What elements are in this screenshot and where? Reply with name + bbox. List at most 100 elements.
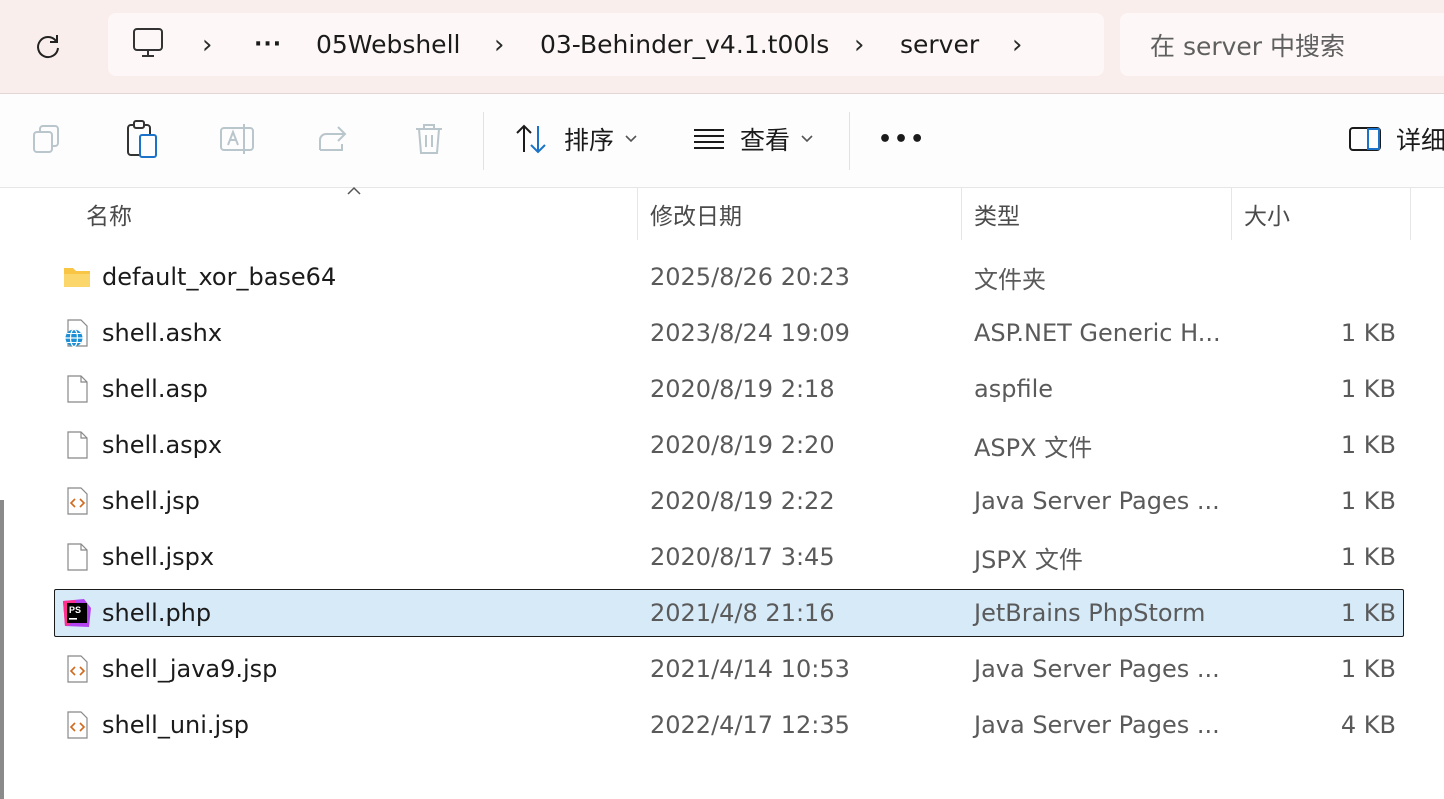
trash-icon	[416, 124, 442, 154]
sort-button[interactable]: 排序	[514, 116, 638, 162]
search-placeholder: 在 server 中搜索	[1150, 31, 1346, 61]
file-type: 文件夹	[974, 265, 1046, 294]
file-type: JSPX 文件	[974, 545, 1083, 574]
breadcrumb-item-server[interactable]: server	[900, 13, 979, 76]
column-divider[interactable]	[637, 188, 638, 240]
file-date: 2025/8/26 20:23	[650, 263, 850, 291]
column-header-size[interactable]: 大小	[1244, 188, 1290, 240]
file-date: 2021/4/8 21:16	[650, 599, 835, 627]
code-file-icon	[67, 487, 88, 515]
nav-pane-scrollbar[interactable]	[0, 500, 4, 799]
file-size: 1 KB	[1340, 543, 1396, 571]
column-header-date[interactable]: 修改日期	[650, 188, 742, 240]
code-file-icon	[67, 655, 88, 683]
file-size: 1 KB	[1340, 487, 1396, 515]
this-pc-button[interactable]	[132, 26, 166, 66]
sort-icon	[516, 124, 546, 154]
file-row[interactable]: shell.aspx 2020/8/19 2:20 ASPX 文件 1 KB	[54, 421, 1404, 469]
sort-label: 排序	[564, 126, 615, 155]
file-name: shell.jsp	[102, 487, 200, 515]
file-name: shell_java9.jsp	[102, 655, 278, 683]
file-date: 2023/8/24 19:09	[650, 319, 850, 347]
file-row[interactable]: shell.ashx 2023/8/24 19:09 ASP.NET Gener…	[54, 309, 1404, 357]
more-dots-icon: •••	[878, 126, 927, 152]
blank-file-icon	[67, 375, 88, 403]
copy-button[interactable]	[30, 116, 64, 162]
file-row[interactable]: shell.jsp 2020/8/19 2:22 Java Server Pag…	[54, 477, 1404, 525]
details-label: 详细	[1396, 126, 1444, 155]
file-size: 4 KB	[1340, 711, 1396, 739]
view-lines-icon	[694, 129, 724, 149]
refresh-button[interactable]	[24, 24, 72, 68]
file-date: 2022/4/17 12:35	[650, 711, 850, 739]
column-divider[interactable]	[1231, 188, 1232, 240]
breadcrumb-chevron-icon[interactable]: ›	[494, 13, 504, 76]
share-icon	[319, 126, 347, 151]
address-bar-region: › ··· 05Webshell › 03-Behinder_v4.1.t00l…	[0, 0, 1444, 94]
file-date: 2020/8/19 2:22	[650, 487, 835, 515]
command-bar: 排序 查看 ••• 详细	[0, 94, 1444, 188]
chevron-down-icon	[801, 135, 813, 143]
column-header-type[interactable]: 类型	[974, 188, 1020, 240]
file-name: shell.aspx	[102, 431, 223, 459]
breadcrumb-chevron-icon[interactable]: ›	[1012, 13, 1022, 76]
file-name: shell_uni.jsp	[102, 711, 249, 739]
clipboard-icon	[127, 120, 157, 158]
file-size: 1 KB	[1340, 599, 1396, 627]
file-size: 1 KB	[1340, 431, 1396, 459]
file-name: shell.php	[102, 599, 212, 627]
breadcrumb-chevron-icon[interactable]: ›	[202, 13, 212, 76]
share-button[interactable]	[316, 116, 352, 162]
file-row-selected[interactable]: PS shell.php 2021/4/8 21:16 JetBrains Ph…	[54, 589, 1404, 637]
rename-icon	[220, 124, 254, 154]
file-type: ASP.NET Generic H...	[974, 319, 1221, 347]
file-row[interactable]: shell.jspx 2020/8/17 3:45 JSPX 文件 1 KB	[54, 533, 1404, 581]
view-button[interactable]: 查看	[692, 116, 814, 162]
toolbar-divider	[849, 112, 850, 170]
column-divider[interactable]	[1410, 188, 1411, 240]
file-size: 1 KB	[1340, 319, 1396, 347]
file-type: Java Server Pages ...	[974, 655, 1220, 683]
file-size: 1 KB	[1340, 375, 1396, 403]
file-row[interactable]: shell_uni.jsp 2022/4/17 12:35 Java Serve…	[54, 701, 1404, 749]
file-type: Java Server Pages ...	[974, 711, 1220, 739]
file-row[interactable]: shell.asp 2020/8/19 2:18 aspfile 1 KB	[54, 365, 1404, 413]
file-name: shell.ashx	[102, 319, 223, 347]
copy-icon	[33, 125, 59, 153]
breadcrumb-chevron-icon[interactable]: ›	[854, 13, 864, 76]
computer-icon	[133, 28, 163, 57]
file-name: shell.jspx	[102, 543, 215, 571]
more-options-button[interactable]: •••	[878, 116, 926, 162]
blank-file-icon	[67, 543, 88, 571]
folder-icon	[64, 268, 90, 287]
breadcrumb[interactable]: › ··· 05Webshell › 03-Behinder_v4.1.t00l…	[108, 13, 1104, 76]
details-pane-button[interactable]: 详细	[1348, 116, 1444, 162]
breadcrumb-item-webshell[interactable]: 05Webshell	[316, 13, 460, 76]
file-type: aspfile	[974, 375, 1053, 403]
sort-ascending-caret-icon	[347, 186, 361, 195]
details-pane-icon	[1349, 127, 1381, 151]
file-row[interactable]: shell_java9.jsp 2021/4/14 10:53 Java Ser…	[54, 645, 1404, 693]
chevron-down-icon	[625, 135, 637, 143]
file-type: Java Server Pages ...	[974, 487, 1220, 515]
column-header-name[interactable]: 名称	[86, 188, 132, 240]
file-type: JetBrains PhpStorm	[974, 599, 1206, 627]
paste-button[interactable]	[124, 116, 160, 162]
blank-file-icon	[67, 431, 88, 459]
delete-button[interactable]	[412, 116, 446, 162]
file-name: shell.asp	[102, 375, 208, 403]
phpstorm-badge-text: PS	[69, 605, 81, 615]
breadcrumb-item-behinder[interactable]: 03-Behinder_v4.1.t00ls	[540, 13, 829, 76]
file-row[interactable]: default_xor_base64 2025/8/26 20:23 文件夹	[54, 253, 1404, 301]
file-date: 2020/8/19 2:20	[650, 431, 835, 459]
file-date: 2020/8/19 2:18	[650, 375, 835, 403]
breadcrumb-overflow-button[interactable]: ···	[254, 13, 282, 76]
file-date: 2021/4/14 10:53	[650, 655, 850, 683]
toolbar-divider	[483, 112, 484, 170]
rename-button[interactable]	[218, 116, 256, 162]
column-divider[interactable]	[961, 188, 962, 240]
search-input[interactable]: 在 server 中搜索	[1120, 13, 1444, 76]
file-name: default_xor_base64	[102, 263, 337, 291]
file-size: 1 KB	[1340, 655, 1396, 683]
phpstorm-icon: PS	[63, 599, 91, 627]
